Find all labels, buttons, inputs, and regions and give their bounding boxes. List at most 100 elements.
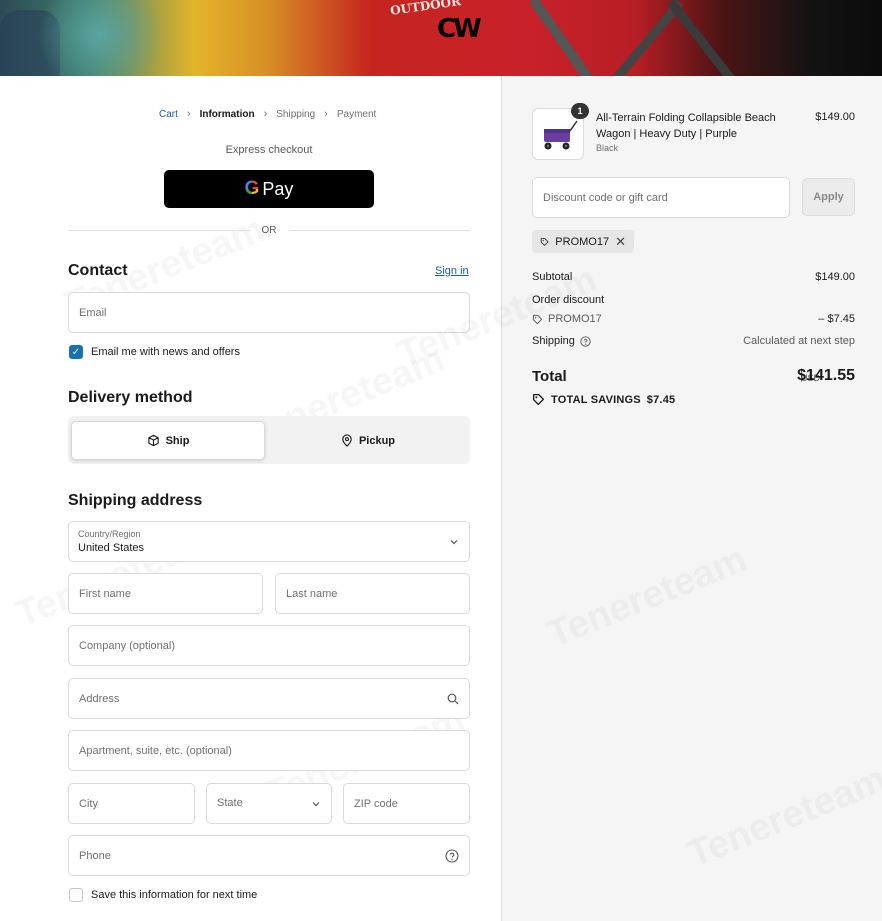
last-name-placeholder: Last name [286,587,338,600]
product-price: $149.00 [815,111,855,123]
subtotal-value: $149.00 [815,271,855,283]
express-checkout-label: Express checkout [225,144,313,156]
state-select[interactable]: State [206,783,332,824]
contact-heading: Contact [68,262,128,279]
watermark: Tenereteam [542,538,753,657]
help-circle-icon[interactable] [445,848,459,863]
news-label: Email me with news and offers [91,346,240,358]
news-checkbox[interactable]: ✓ [69,345,83,359]
shipping-address-heading: Shipping address [68,492,203,509]
chevron-right-icon: › [324,108,328,120]
delivery-method-heading: Delivery method [68,389,193,406]
ship-label: Ship [165,434,190,447]
company-field[interactable]: Company (optional) [68,625,470,666]
applied-code: PROMO17 [555,235,610,248]
savings-label: TOTAL SAVINGS [551,393,641,406]
tag-icon [532,393,545,406]
order-discount-label: Order discount [532,294,605,306]
phone-placeholder: Phone [79,849,111,862]
total-label: Total [532,368,567,385]
phone-field[interactable]: Phone [68,835,470,876]
breadcrumb: Cart › Information › Shipping › Payment [159,108,376,120]
ship-option[interactable]: Ship [71,421,265,460]
save-info-label: Save this information for next time [91,889,258,901]
save-info-opt-in[interactable]: Save this information for next time [69,888,257,902]
news-opt-in[interactable]: ✓ Email me with news and offers [69,345,240,359]
store-logo[interactable]: CW [437,14,482,44]
product-name: All-Terrain Folding Collapsible Beach Wa… [596,112,776,140]
search-icon [447,693,459,704]
subtotal-row: Subtotal $149.00 [532,271,855,283]
divider-line [288,229,470,231]
last-name-field[interactable]: Last name [275,573,470,614]
email-field[interactable]: Email [68,292,470,333]
chevron-down-icon [450,539,458,544]
country-label: Country/Region [78,529,141,539]
apartment-field[interactable]: Apartment, suite, etc. (optional) [68,730,470,771]
chevron-down-icon [312,801,320,806]
address-placeholder: Address [79,692,120,705]
order-discount-row: Order discount [532,294,855,306]
google-pay-button[interactable]: G Pay [164,170,374,208]
first-name-field[interactable]: First name [68,573,263,614]
pickup-label: Pickup [358,434,396,447]
help-circle-icon[interactable] [580,335,591,347]
checkout-form-column: Tenereteam Tenereteam Tenereteam Teneret… [0,76,502,921]
breadcrumb-cart[interactable]: Cart [159,109,178,120]
hero-decor [30,0,170,76]
breadcrumb-payment: Payment [336,108,377,120]
chevron-right-icon: › [186,108,191,120]
hero-banner: OUTDOOR CW [0,0,882,76]
breadcrumb-information: Information [199,108,255,120]
state-placeholder: State [217,797,243,809]
shipping-label: Shipping [532,335,575,347]
shipping-label-group: Shipping [532,335,591,347]
google-icon: G [244,178,260,199]
shipping-value: Calculated at next step [743,335,855,347]
quantity-badge: 1 [571,103,589,119]
apply-button[interactable]: Apply [802,178,855,216]
tag-icon [540,237,549,246]
discount-code-row: PROMO17 – $7.45 [532,313,855,325]
sign-in-link[interactable]: Sign in [435,265,469,277]
or-divider: OR [68,223,470,237]
zip-placeholder: ZIP code [354,797,398,810]
country-value: United States [78,542,145,554]
watermark: Tenereteam [682,758,882,877]
applied-discount-chip: PROMO17 ✕ [532,230,634,253]
hero-decor [667,0,742,76]
discount-code-group: PROMO17 [532,313,602,325]
pickup-option[interactable]: Pickup [271,421,465,460]
city-field[interactable]: City [68,783,195,824]
delivery-method-toggle: Ship Pickup [68,416,470,464]
apartment-placeholder: Apartment, suite, etc. (optional) [79,744,232,757]
divider-line [68,229,250,231]
discount-code-placeholder: Discount code or gift card [543,191,668,204]
breadcrumb-shipping: Shipping [276,108,316,120]
address-field[interactable]: Address [68,678,470,719]
google-pay-label: Pay [262,178,294,199]
city-placeholder: City [79,797,98,810]
order-summary-column: Tenereteam Tenereteam Tenereteam 1 All-T… [502,76,882,921]
savings-amount: $7.45 [646,393,676,406]
subtotal-label: Subtotal [532,271,573,283]
product-variant: Black [596,143,619,153]
save-info-checkbox[interactable] [69,888,83,902]
first-name-placeholder: First name [79,587,131,600]
location-pin-icon [342,434,352,447]
discount-code-field[interactable]: Discount code or gift card [532,177,790,218]
total-savings: TOTAL SAVINGS $7.45 [532,393,675,406]
zip-field[interactable]: ZIP code [343,783,470,824]
tag-icon [532,314,543,324]
company-placeholder: Company (optional) [79,639,175,652]
or-label: OR [261,224,277,236]
discount-amount: – $7.45 [818,313,855,325]
box-icon [147,434,159,447]
email-placeholder: Email [79,306,107,319]
total-amount: $141.55 [797,367,855,384]
country-select[interactable]: Country/Region United States [68,521,470,562]
chevron-right-icon: › [263,108,268,120]
discount-code-label: PROMO17 [548,313,602,325]
shipping-row: Shipping Calculated at next step [532,335,855,347]
remove-discount-icon[interactable]: ✕ [615,234,626,250]
